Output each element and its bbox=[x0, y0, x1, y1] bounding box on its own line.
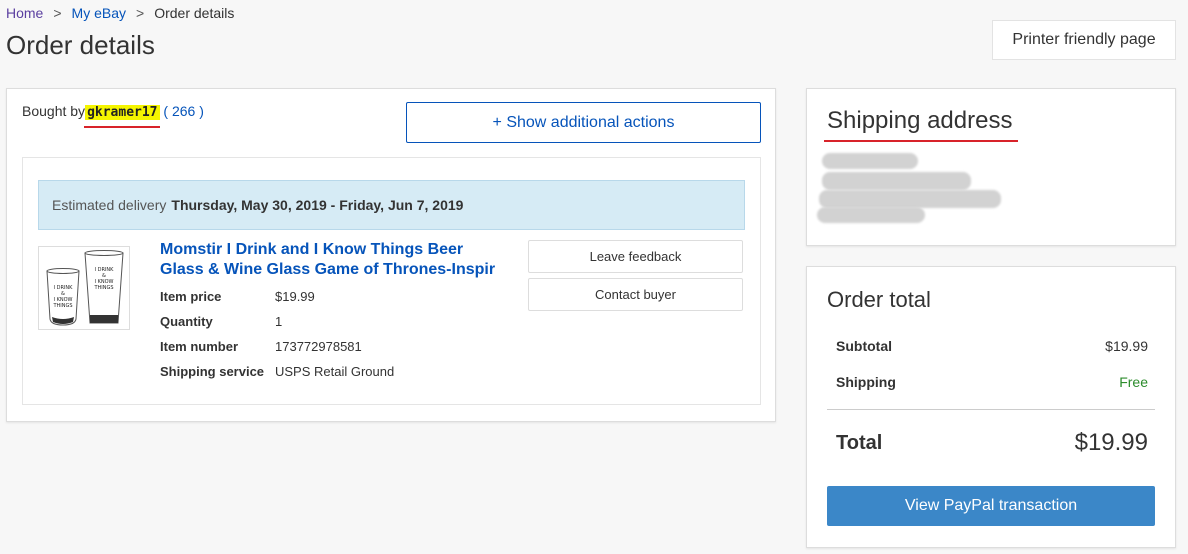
redacted-address-line bbox=[819, 190, 1001, 208]
breadcrumb-home-link[interactable]: Home bbox=[6, 5, 43, 21]
item-thumbnail[interactable]: I DRINK & I KNOW THINGS I DRINK & I KNOW… bbox=[38, 246, 130, 330]
total-row: Total $19.99 bbox=[836, 429, 1148, 457]
leave-feedback-button[interactable]: Leave feedback bbox=[528, 240, 743, 273]
total-value: $19.99 bbox=[1074, 429, 1148, 456]
contact-buyer-button[interactable]: Contact buyer bbox=[528, 278, 743, 311]
item-detail-row: Item number 173772978581 bbox=[160, 339, 362, 354]
subtotal-label: Subtotal bbox=[836, 338, 892, 354]
item-detail-label: Item number bbox=[160, 339, 239, 354]
feedback-score-open: ( bbox=[163, 103, 169, 119]
shipping-label: Shipping bbox=[836, 374, 896, 390]
subtotal-value: $19.99 bbox=[1105, 338, 1148, 354]
item-detail-row: Quantity 1 bbox=[160, 314, 282, 329]
svg-text:THINGS: THINGS bbox=[93, 285, 113, 291]
annotation-underline bbox=[824, 140, 1018, 142]
item-detail-row: Item price $19.99 bbox=[160, 289, 315, 304]
estimated-delivery-banner: Estimated delivery Thursday, May 30, 201… bbox=[38, 180, 745, 230]
breadcrumb-separator: > bbox=[53, 5, 62, 21]
show-additional-actions-button[interactable]: + Show additional actions bbox=[406, 102, 761, 143]
view-paypal-transaction-button[interactable]: View PayPal transaction bbox=[827, 486, 1155, 526]
item-detail-value: USPS Retail Ground bbox=[275, 364, 395, 379]
item-detail-label: Quantity bbox=[160, 314, 213, 329]
order-total-card: Order total Subtotal $19.99 Shipping Fre… bbox=[806, 266, 1176, 548]
glasses-image: I DRINK & I KNOW THINGS I DRINK & I KNOW… bbox=[46, 250, 124, 326]
annotation-underline bbox=[84, 126, 160, 128]
shipping-row: Shipping Free bbox=[836, 374, 1148, 390]
order-item-box: Estimated delivery Thursday, May 30, 201… bbox=[22, 157, 761, 405]
item-title-link[interactable]: Momstir I Drink and I Know Things Beer G… bbox=[160, 240, 510, 280]
feedback-score-link[interactable]: 266 bbox=[172, 103, 195, 119]
bought-by: Bought by gkramer17 ( 266 ) bbox=[22, 103, 204, 120]
redacted-address-line bbox=[822, 172, 971, 190]
svg-text:THINGS: THINGS bbox=[52, 303, 72, 309]
buyer-username-link[interactable]: gkramer17 bbox=[85, 105, 160, 120]
order-card: Bought by gkramer17 ( 266 ) + Show additi… bbox=[6, 88, 776, 422]
delivery-dates: Thursday, May 30, 2019 - Friday, Jun 7, … bbox=[171, 197, 464, 213]
delivery-label: Estimated delivery bbox=[52, 197, 167, 213]
shipping-value: Free bbox=[1119, 374, 1148, 390]
item-detail-value: $19.99 bbox=[275, 289, 315, 304]
item-detail-label: Shipping service bbox=[160, 364, 265, 379]
breadcrumb-separator: > bbox=[136, 5, 145, 21]
printer-friendly-button[interactable]: Printer friendly page bbox=[992, 20, 1176, 60]
bought-by-label: Bought by bbox=[22, 103, 86, 119]
breadcrumb: Home > My eBay > Order details bbox=[6, 5, 234, 21]
subtotal-row: Subtotal $19.99 bbox=[836, 338, 1148, 354]
breadcrumb-current: Order details bbox=[154, 5, 235, 21]
total-divider bbox=[827, 409, 1155, 410]
redacted-address-line bbox=[817, 207, 925, 223]
item-detail-value: 1 bbox=[275, 314, 283, 329]
total-label: Total bbox=[836, 431, 883, 454]
page-title: Order details bbox=[6, 30, 155, 60]
order-total-title: Order total bbox=[827, 287, 931, 312]
shipping-address-card: Shipping address bbox=[806, 88, 1176, 246]
item-detail-row: Shipping service USPS Retail Ground bbox=[160, 364, 394, 379]
item-detail-value: 173772978581 bbox=[275, 339, 362, 354]
feedback-score-close: ) bbox=[199, 103, 204, 119]
redacted-address-line bbox=[822, 153, 918, 169]
shipping-address-title: Shipping address bbox=[827, 107, 1013, 134]
breadcrumb-my-ebay-link[interactable]: My eBay bbox=[72, 5, 126, 21]
item-detail-label: Item price bbox=[160, 289, 222, 304]
